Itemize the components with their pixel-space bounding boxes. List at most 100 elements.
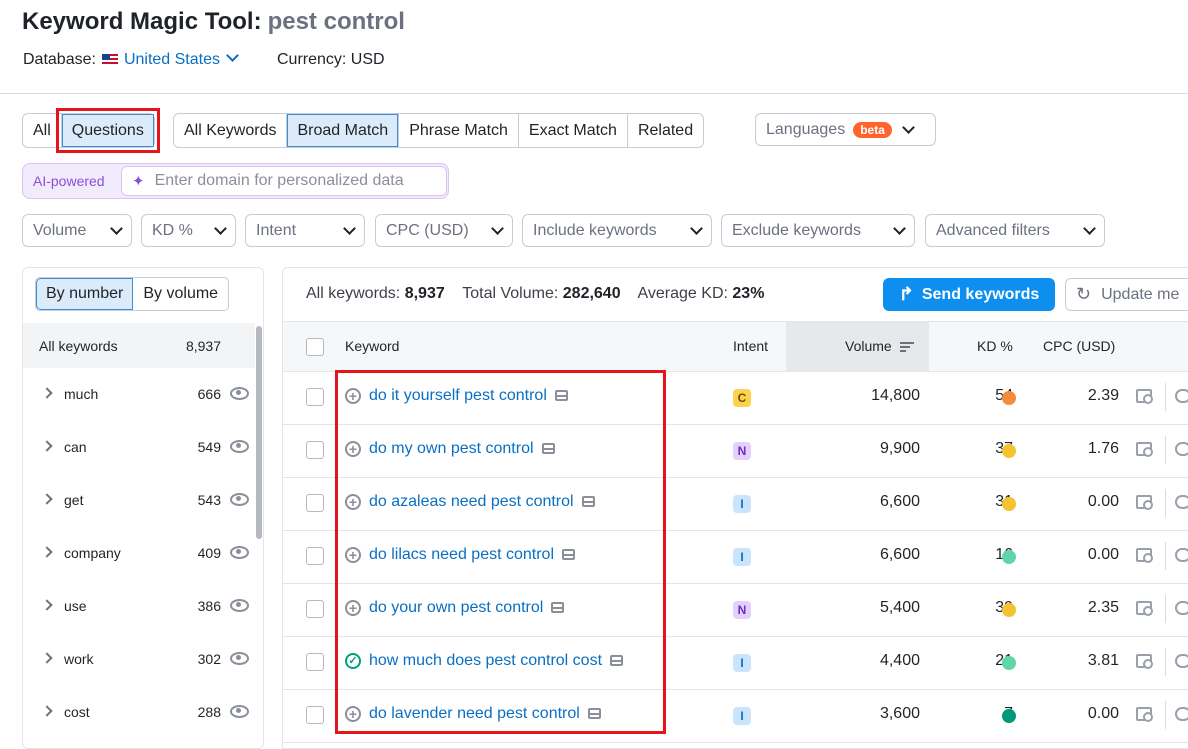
keyword-link[interactable]: how much does pest control cost [369,652,624,670]
eye-icon[interactable] [230,493,249,506]
eye-icon[interactable] [230,599,249,612]
col-kd[interactable]: KD % [977,338,1013,354]
tab-related[interactable]: Related [628,114,703,147]
tab-questions[interactable]: Questions [55,108,160,153]
keyword-text[interactable]: do your own pest control [369,599,543,616]
view-serp-icon[interactable] [1136,389,1153,404]
row-checkbox[interactable] [306,547,324,565]
keyword-link[interactable]: do azaleas need pest control [369,493,595,511]
update-metrics-button[interactable]: ↻ Update me [1065,278,1188,311]
serp-features-icon[interactable] [554,390,568,402]
view-serp-icon[interactable] [1136,548,1153,563]
check-circle-icon[interactable]: ✓ [345,653,361,669]
keyword-text[interactable]: do my own pest control [369,440,534,457]
link-icon[interactable] [1175,707,1188,721]
group-item[interactable]: cost 288 [23,686,255,739]
filter-exclude-keywords[interactable]: Exclude keywords [721,214,915,247]
add-to-list-icon[interactable]: + [345,494,361,510]
link-icon[interactable] [1175,548,1188,562]
keyword-link[interactable]: do lilacs need pest control [369,546,575,564]
keyword-text[interactable]: do lilacs need pest control [369,546,554,563]
keyword-text[interactable]: do it yourself pest control [369,387,547,404]
keyword-text[interactable]: do azaleas need pest control [369,493,574,510]
chevron-right-icon[interactable] [41,705,53,717]
link-icon[interactable] [1175,601,1188,615]
row-checkbox[interactable] [306,706,324,724]
link-icon[interactable] [1175,442,1188,456]
tab-all[interactable]: All [23,114,62,147]
sort-descending-icon[interactable] [899,340,914,354]
tab-all-keywords[interactable]: All Keywords [174,114,288,147]
view-serp-icon[interactable] [1136,442,1153,457]
group-item[interactable]: much 666 [23,368,255,421]
add-to-list-icon[interactable]: + [345,388,361,404]
group-item[interactable]: get 543 [23,474,255,527]
filter-advanced[interactable]: Advanced filters [925,214,1105,247]
eye-icon[interactable] [230,705,249,718]
keyword-link[interactable]: do your own pest control [369,599,565,617]
chevron-right-icon[interactable] [41,493,53,505]
languages-dropdown[interactable]: Languages beta [755,113,936,146]
group-item[interactable]: can 549 [23,421,255,474]
toggle-by-number[interactable]: By number [36,278,134,310]
send-keywords-button[interactable]: ↱ Send keywords [883,278,1055,311]
tab-exact-match[interactable]: Exact Match [519,114,628,147]
row-checkbox[interactable] [306,388,324,406]
serp-features-icon[interactable] [587,708,601,720]
group-item[interactable]: company 409 [23,527,255,580]
add-to-list-icon[interactable]: + [345,706,361,722]
groups-scrollbar[interactable] [256,326,262,539]
row-checkbox[interactable] [306,600,324,618]
database-value[interactable]: United States [124,51,220,68]
select-all-checkbox[interactable] [306,338,324,356]
row-checkbox[interactable] [306,653,324,671]
chevron-right-icon[interactable] [41,546,53,558]
keyword-link[interactable]: do lavender need pest control [369,705,601,723]
serp-features-icon[interactable] [551,602,565,614]
row-checkbox[interactable] [306,494,324,512]
link-icon[interactable] [1175,495,1188,509]
col-intent[interactable]: Intent [733,338,768,354]
view-serp-icon[interactable] [1136,601,1153,616]
eye-icon[interactable] [230,652,249,665]
serp-features-icon[interactable] [610,655,624,667]
chevron-right-icon[interactable] [41,440,53,452]
filter-volume[interactable]: Volume [22,214,132,247]
eye-icon[interactable] [230,387,249,400]
filter-intent[interactable]: Intent [245,214,365,247]
filter-kd[interactable]: KD % [141,214,236,247]
view-serp-icon[interactable] [1136,495,1153,510]
link-icon[interactable] [1175,389,1188,403]
group-item[interactable]: use 386 [23,580,255,633]
chevron-right-icon[interactable] [41,652,53,664]
row-checkbox[interactable] [306,441,324,459]
domain-input[interactable]: ✦ Enter domain for personalized data [121,166,447,196]
tab-broad-match[interactable]: Broad Match [287,114,400,147]
tab-phrase-match[interactable]: Phrase Match [399,114,519,147]
keyword-text[interactable]: do lavender need pest control [369,705,580,722]
eye-icon[interactable] [230,440,249,453]
serp-features-icon[interactable] [581,496,595,508]
group-all-keywords[interactable]: All keywords 8,937 [23,323,255,368]
keyword-text[interactable]: how much does pest control cost [369,652,602,669]
database-selector[interactable]: United States [124,49,241,69]
serp-features-icon[interactable] [541,443,555,455]
link-icon[interactable] [1175,654,1188,668]
chevron-right-icon[interactable] [41,599,53,611]
view-serp-icon[interactable] [1136,654,1153,669]
add-to-list-icon[interactable]: + [345,547,361,563]
col-cpc[interactable]: CPC (USD) [1043,338,1115,354]
filter-cpc[interactable]: CPC (USD) [375,214,513,247]
group-item[interactable]: work 302 [23,633,255,686]
chevron-right-icon[interactable] [41,387,53,399]
eye-icon[interactable] [230,546,249,559]
add-to-list-icon[interactable]: + [345,441,361,457]
col-volume[interactable]: Volume [845,338,914,354]
keyword-link[interactable]: do it yourself pest control [369,387,568,405]
keyword-link[interactable]: do my own pest control [369,440,555,458]
col-keyword[interactable]: Keyword [345,338,399,354]
filter-include-keywords[interactable]: Include keywords [522,214,712,247]
toggle-by-volume[interactable]: By volume [133,278,228,310]
view-serp-icon[interactable] [1136,707,1153,722]
serp-features-icon[interactable] [562,549,575,561]
